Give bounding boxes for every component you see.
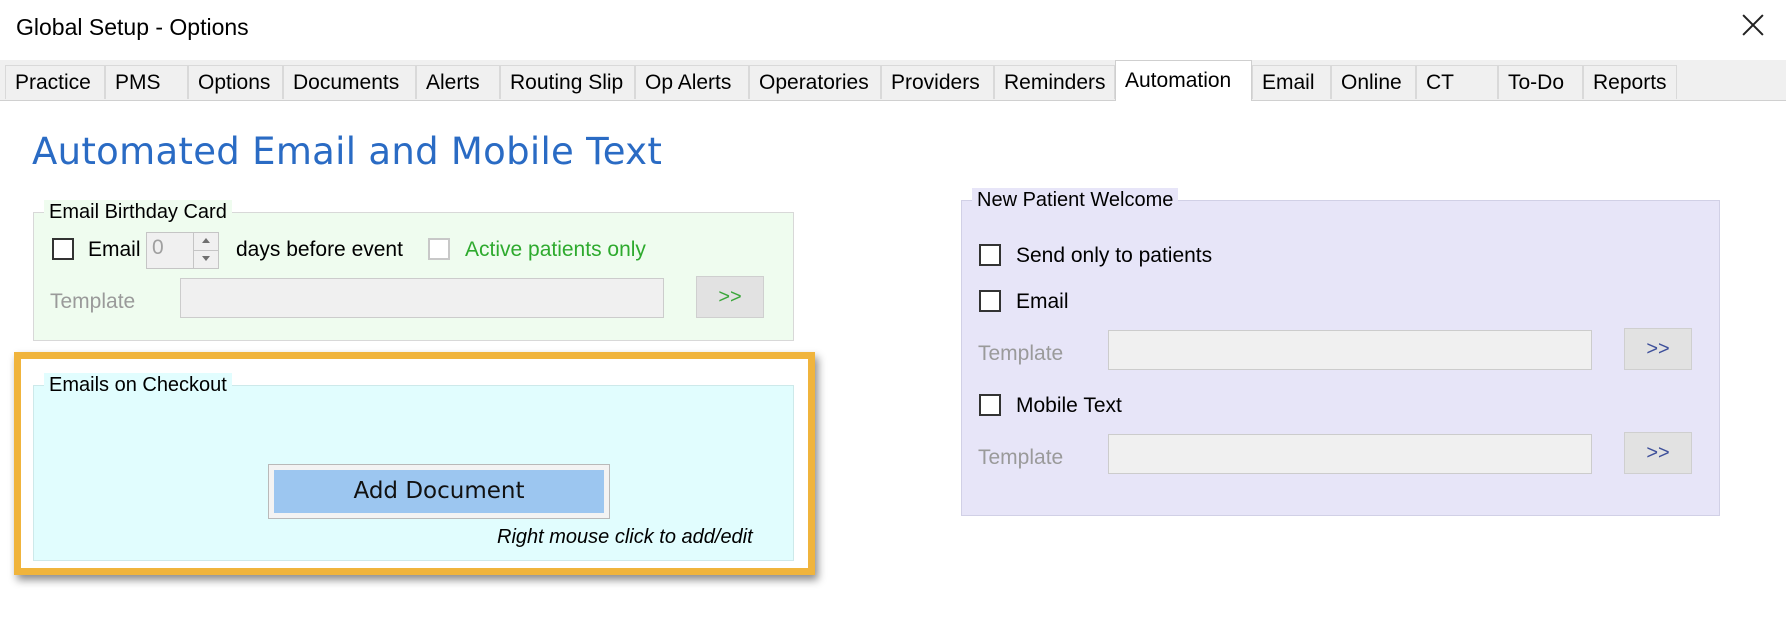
- tab-reports[interactable]: Reports: [1583, 65, 1677, 99]
- birthday-template-field[interactable]: [180, 278, 664, 318]
- mobile-template-browse-button[interactable]: >>: [1624, 432, 1692, 474]
- birthday-email-label: Email: [88, 238, 141, 261]
- new-patient-template-label: Template: [978, 342, 1064, 365]
- tab-ct[interactable]: CT: [1416, 65, 1498, 99]
- send-only-to-patients-checkbox[interactable]: [979, 244, 1001, 266]
- tab-online[interactable]: Online: [1331, 65, 1416, 99]
- new-patient-email-template-field[interactable]: [1108, 330, 1592, 370]
- tab-routing-slip[interactable]: Routing Slip: [500, 65, 635, 99]
- tab-alerts[interactable]: Alerts: [416, 65, 500, 99]
- days-before-label: days before event: [236, 238, 403, 261]
- chevron-down-icon[interactable]: [194, 251, 218, 269]
- spinner-buttons: [193, 233, 218, 268]
- new-patient-email-label: Email: [1016, 290, 1069, 313]
- tab-options[interactable]: Options: [188, 65, 283, 99]
- active-patients-checkbox[interactable]: [428, 238, 450, 260]
- window-title: Global Setup - Options: [16, 14, 249, 40]
- page-title: Automated Email and Mobile Text: [32, 130, 663, 173]
- tab-reminders[interactable]: Reminders: [994, 65, 1115, 99]
- tab-op-alerts[interactable]: Op Alerts: [635, 65, 749, 99]
- mobile-text-label: Mobile Text: [1016, 394, 1122, 417]
- mobile-template-field[interactable]: [1108, 434, 1592, 474]
- birthday-email-checkbox[interactable]: [52, 238, 74, 260]
- new-patient-email-checkbox[interactable]: [979, 290, 1001, 312]
- tab-automation[interactable]: Automation: [1115, 60, 1252, 101]
- tab-practice[interactable]: Practice: [5, 65, 105, 99]
- highlight-frame: [14, 352, 815, 575]
- new-patient-email-browse-button[interactable]: >>: [1624, 328, 1692, 370]
- title-bar: Global Setup - Options: [0, 0, 1786, 58]
- birthday-template-browse-button[interactable]: >>: [696, 276, 764, 318]
- tab-pms[interactable]: PMS: [105, 65, 188, 99]
- active-patients-label: Active patients only: [465, 238, 646, 261]
- days-before-value: 0: [152, 236, 164, 259]
- mobile-text-checkbox[interactable]: [979, 394, 1001, 416]
- chevron-up-icon[interactable]: [194, 233, 218, 251]
- days-before-spinner[interactable]: 0: [146, 232, 219, 269]
- group-title: New Patient Welcome: [972, 188, 1179, 212]
- tab-email[interactable]: Email: [1252, 65, 1331, 99]
- tab-to-do[interactable]: To-Do: [1498, 65, 1583, 99]
- tab-operatories[interactable]: Operatories: [749, 65, 881, 99]
- send-only-to-patients-label: Send only to patients: [1016, 244, 1213, 267]
- close-icon[interactable]: [1738, 10, 1768, 40]
- tab-documents[interactable]: Documents: [283, 65, 416, 99]
- mobile-template-label: Template: [978, 446, 1064, 469]
- tab-providers[interactable]: Providers: [881, 65, 994, 99]
- birthday-template-label: Template: [50, 290, 136, 313]
- group-title: Email Birthday Card: [44, 200, 232, 224]
